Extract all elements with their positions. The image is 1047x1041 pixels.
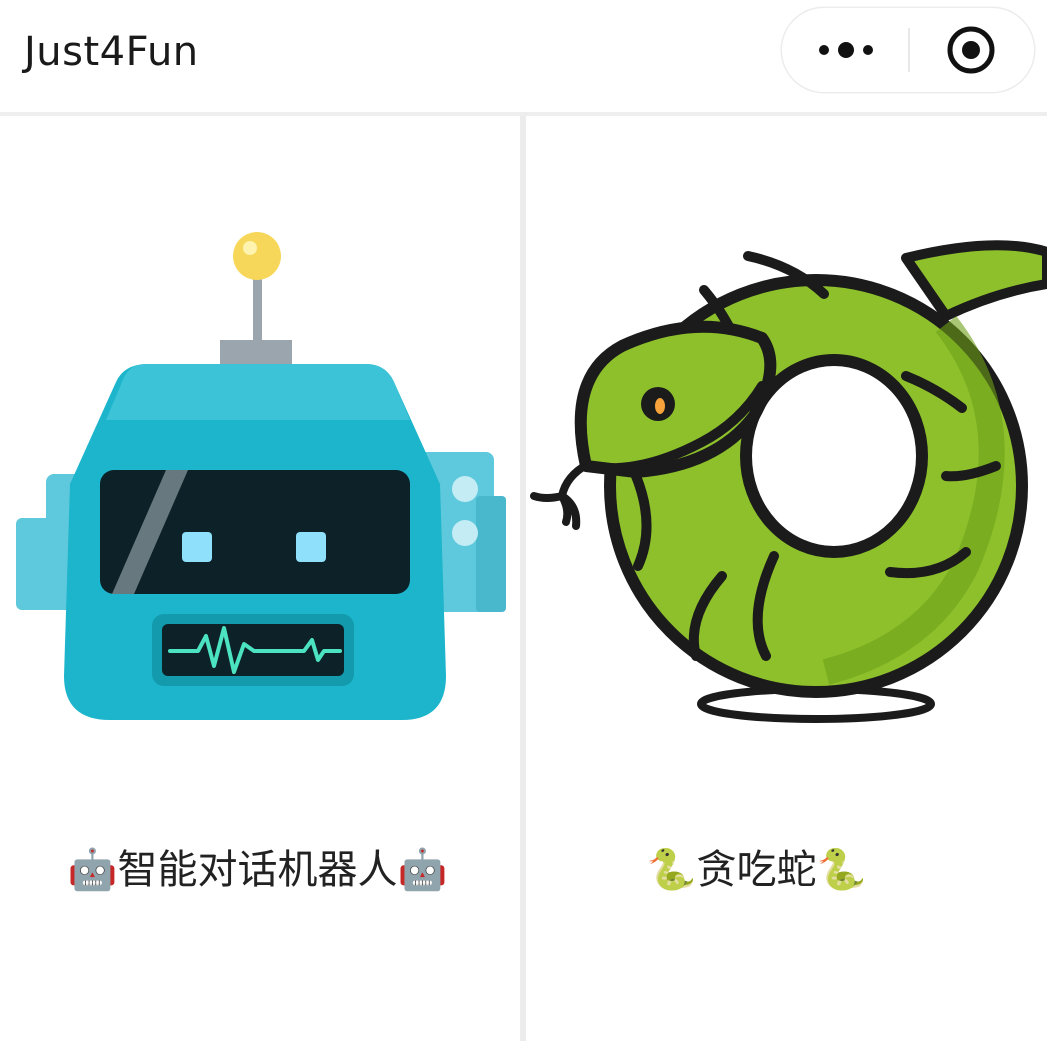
card-label-snake: 🐍贪吃蛇🐍 bbox=[646, 847, 867, 893]
target-circle-icon bbox=[947, 26, 995, 74]
more-button[interactable] bbox=[782, 8, 908, 92]
snake-icon bbox=[530, 240, 1047, 723]
card-label-chatbot: 🤖智能对话机器人🤖 bbox=[67, 847, 448, 893]
mini-program-page: Just4Fun 🤖智能对话机器人🤖 🐍贪吃蛇🐍 bbox=[0, 0, 1047, 1041]
robot-icon bbox=[16, 232, 506, 720]
feature-grid: 🤖智能对话机器人🤖 🐍贪吃蛇🐍 bbox=[0, 116, 1047, 1041]
page-title: Just4Fun bbox=[24, 29, 199, 75]
close-button[interactable] bbox=[908, 8, 1034, 92]
capsule-menu bbox=[782, 8, 1034, 92]
more-dots-icon bbox=[819, 42, 873, 58]
card-snake[interactable]: 🐍贪吃蛇🐍 bbox=[526, 116, 1047, 1041]
nav-bar: Just4Fun bbox=[0, 0, 1047, 116]
card-chatbot[interactable]: 🤖智能对话机器人🤖 bbox=[0, 116, 520, 1041]
